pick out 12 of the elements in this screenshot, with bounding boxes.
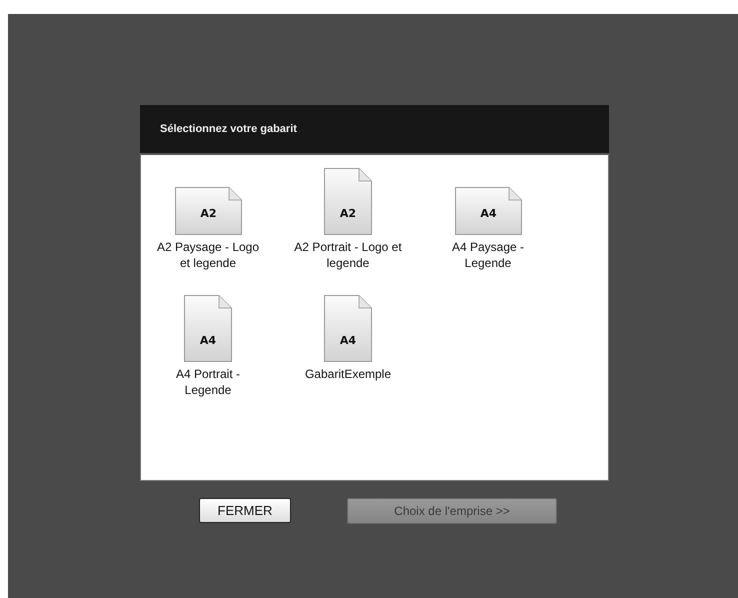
document-icon[interactable]: A2 (174, 187, 242, 235)
template-label[interactable]: A2 Portrait - Logo et legende (292, 239, 404, 271)
template-label[interactable]: A4 Portrait - Legende (152, 366, 264, 398)
template-label[interactable]: GabaritExemple (292, 366, 404, 382)
close-button[interactable]: FERMER (199, 498, 291, 523)
document-icon[interactable]: A4 (454, 187, 522, 235)
template-label[interactable]: A2 Paysage - Logo et legende (152, 239, 264, 271)
dialog-title: Sélectionnez votre gabarit (160, 122, 297, 137)
document-icon[interactable]: A2 (324, 168, 372, 235)
document-icon[interactable]: A4 (324, 295, 372, 362)
document-icon[interactable]: A4 (184, 295, 232, 362)
template-label[interactable]: A4 Paysage - Legende (432, 239, 544, 271)
